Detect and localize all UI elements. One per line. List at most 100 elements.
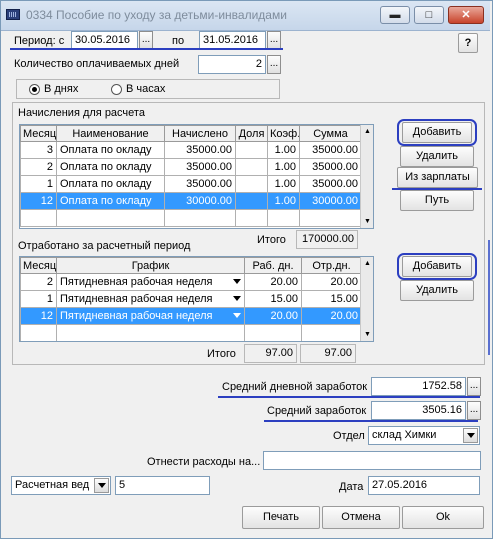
worked-scrollbar[interactable]: ▲ ▼ [360,257,373,341]
scroll-down-icon[interactable]: ▼ [361,328,373,341]
worked-col-month[interactable]: Месяц [20,257,57,274]
avg-daily-field[interactable]: 1752.58 [371,377,466,396]
accruals-col-coef[interactable]: Коэф. [267,125,300,142]
accruals-row[interactable]: 3 Оплата по окладу 35000.00 1.00 35000.0… [20,141,362,159]
worked-month: 12 [20,307,57,325]
radio-hours[interactable] [111,84,122,95]
add-accrual-button[interactable]: Добавить [402,122,472,143]
worked-schedule: Пятидневная рабочая неделя [60,293,213,305]
worked-work-days: 15.00 [244,290,302,308]
statement-type-select[interactable]: Расчетная вед [11,476,111,495]
chevron-down-icon[interactable] [233,313,241,318]
accruals-total-value: 170000.00 [296,230,358,249]
scroll-down-icon[interactable]: ▼ [361,215,373,228]
avg-earn-underline [264,420,478,422]
avg-daily-picker[interactable]: ... [467,377,481,396]
accrual-sum: 30000.00 [299,192,362,210]
accrual-sum: 35000.00 [299,141,362,159]
expenses-label: Отнести расходы на... [147,456,261,468]
worked-work-days: 20.00 [244,307,302,325]
date-label: Дата [339,481,364,493]
accruals-scrollbar[interactable]: ▲ ▼ [360,125,373,228]
chevron-down-icon[interactable] [233,279,241,284]
worked-schedule-combo[interactable]: Пятидневная рабочая неделя [56,273,245,291]
accrual-coef: 1.00 [267,158,300,176]
worked-worked-days: 20.00 [301,307,362,325]
period-to-label: по [172,35,185,47]
accrual-month: 3 [20,141,57,159]
worked-schedule-combo[interactable]: Пятидневная рабочая неделя [56,290,245,308]
avg-earn-picker[interactable]: ... [467,401,481,420]
radio-days[interactable] [29,84,40,95]
accrual-share [235,192,268,210]
worked-schedule-combo[interactable]: Пятидневная рабочая неделя [56,307,245,325]
expenses-field[interactable] [263,451,481,470]
worked-col-schedule[interactable]: График [56,257,245,274]
paid-days-field[interactable]: 2 [198,55,266,74]
accruals-table: Месяц Наименование Начислено Доля Коэф. … [20,125,362,227]
accruals-row[interactable]: 1 Оплата по окладу 35000.00 1.00 35000.0… [20,175,362,193]
worked-row-empty[interactable] [20,324,362,341]
worked-col-work-days[interactable]: Раб. дн. [244,257,302,274]
chevron-down-icon [97,482,106,488]
worked-month: 2 [20,273,57,291]
accrual-name: Оплата по окладу [56,175,165,193]
print-button[interactable]: Печать [242,506,320,529]
avg-earn-field[interactable]: 3505.16 [371,401,466,420]
accruals-row-selected[interactable]: 12 Оплата по окладу 30000.00 1.00 30000.… [20,192,362,210]
accrual-share [235,158,268,176]
scroll-up-icon[interactable]: ▲ [361,125,373,138]
worked-col-worked-days[interactable]: Отр.дн. [301,257,362,274]
avg-daily-label: Средний дневной заработок [222,381,368,393]
ok-button[interactable]: Ok [402,506,484,529]
add-worked-button[interactable]: Добавить [402,256,472,277]
accrual-month: 1 [20,175,57,193]
worked-total-worked-days: 97.00 [300,344,356,363]
accruals-col-name[interactable]: Наименование [56,125,165,142]
period-from-label: Период: с [14,35,65,47]
accrual-name: Оплата по окладу [56,141,165,159]
maximize-button[interactable]: □ [414,6,444,24]
department-value: склад Химки [372,429,437,441]
accruals-col-sum[interactable]: Сумма [299,125,362,142]
app-icon [6,9,20,20]
accruals-col-accrued[interactable]: Начислено [164,125,236,142]
accrual-month: 12 [20,192,57,210]
worked-schedule: Пятидневная рабочая неделя [60,276,213,288]
accruals-title: Начисления для расчета [18,107,145,119]
close-button[interactable]: ✕ [448,6,484,24]
accruals-col-share[interactable]: Доля [235,125,268,142]
worked-table-wrap: Месяц График Раб. дн. Отр.дн. 2 Пятиднев… [19,256,374,342]
department-select[interactable]: склад Химки [368,426,480,445]
accrual-sum: 35000.00 [299,158,362,176]
worked-row[interactable]: 2 Пятидневная рабочая неделя 20.00 20.00 [20,273,362,291]
paid-days-label: Количество оплачиваемых дней [14,58,180,70]
accrual-share [235,175,268,193]
chevron-down-icon[interactable] [233,296,241,301]
accrual-month: 2 [20,158,57,176]
path-button[interactable]: Путь [400,190,474,211]
statement-number-field[interactable]: 5 [115,476,210,495]
accrual-coef: 1.00 [267,141,300,159]
accrual-accrued: 35000.00 [164,175,236,193]
help-button[interactable]: ? [458,33,478,53]
worked-total-label: Итого [207,348,236,360]
worked-worked-days: 15.00 [301,290,362,308]
minimize-button[interactable]: ▬ [380,6,410,24]
department-dropdown[interactable] [463,428,478,443]
worked-title: Отработано за расчетный период [18,240,191,252]
accruals-row[interactable]: 2 Оплата по окладу 35000.00 1.00 35000.0… [20,158,362,176]
from-salary-button[interactable]: Из зарплаты [397,167,478,188]
scroll-up-icon[interactable]: ▲ [361,257,373,270]
accruals-row-empty[interactable] [20,209,362,227]
worked-row-selected[interactable]: 12 Пятидневная рабочая неделя 20.00 20.0… [20,307,362,325]
delete-accrual-button[interactable]: Удалить [400,146,474,167]
accruals-table-wrap: Месяц Наименование Начислено Доля Коэф. … [19,124,374,229]
date-field[interactable]: 27.05.2016 [368,476,480,495]
paid-days-picker[interactable]: ... [267,55,281,74]
cancel-button[interactable]: Отмена [322,506,400,529]
accruals-col-month[interactable]: Месяц [20,125,57,142]
delete-worked-button[interactable]: Удалить [400,280,474,301]
statement-type-dropdown[interactable] [94,478,109,493]
worked-row[interactable]: 1 Пятидневная рабочая неделя 15.00 15.00 [20,290,362,308]
